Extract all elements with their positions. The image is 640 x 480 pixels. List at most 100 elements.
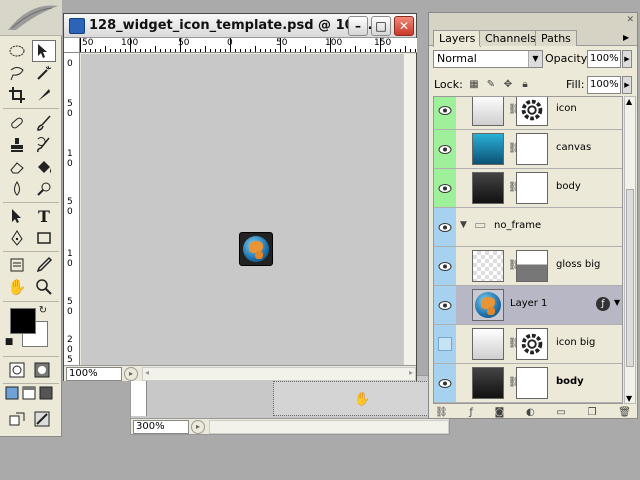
visibility-eye-icon[interactable] — [434, 364, 456, 402]
layer-effects-arrow-icon[interactable]: ▼ — [614, 298, 620, 307]
opacity-field[interactable]: 100% — [587, 50, 621, 68]
default-colors-icon[interactable]: ■ — [3, 336, 15, 348]
close-button[interactable]: ✕ — [394, 16, 414, 36]
status-menu-icon[interactable]: ▸ — [191, 419, 205, 434]
vertical-scrollbar[interactable] — [403, 54, 416, 365]
scroll-down-icon[interactable]: ▼ — [626, 394, 632, 403]
new-group-icon[interactable]: ▭ — [556, 407, 565, 418]
slice-tool-icon[interactable] — [32, 84, 56, 106]
layer-name[interactable]: body — [556, 181, 581, 192]
adjustment-layer-icon[interactable]: ◐ — [526, 407, 535, 418]
document-canvas[interactable] — [81, 54, 403, 365]
add-mask-icon[interactable]: ◙ — [495, 407, 505, 418]
path-selection-tool-icon[interactable] — [5, 205, 29, 227]
layer-name[interactable]: Layer 1 — [510, 298, 547, 309]
scrollbar-thumb[interactable] — [626, 189, 634, 367]
layer-name[interactable]: icon — [556, 103, 577, 114]
standard-screen-mode-icon[interactable] — [5, 386, 19, 400]
eyedropper-tool-icon[interactable] — [32, 254, 56, 276]
full-screen-menu-mode-icon[interactable] — [22, 386, 36, 400]
lasso-tool-icon[interactable] — [5, 62, 29, 84]
layers-scrollbar[interactable]: ▲ ▼ — [624, 96, 636, 404]
dodge-tool-icon[interactable] — [32, 178, 56, 200]
widget-globe-icon[interactable] — [239, 232, 273, 266]
hand-tool-icon[interactable]: ✋ — [5, 276, 29, 298]
visibility-eye-icon[interactable] — [434, 97, 456, 129]
magic-wand-tool-icon[interactable] — [32, 62, 56, 84]
palette-close-icon[interactable]: ✕ — [626, 15, 634, 25]
tab-layers[interactable]: Layers — [433, 30, 482, 47]
imageready-icon[interactable] — [32, 410, 52, 428]
zoom-tool-icon[interactable] — [32, 276, 56, 298]
marquee-tool-icon[interactable] — [5, 40, 29, 62]
document-window[interactable]: 128_widget_icon_template.psd @ 100... – … — [63, 13, 417, 381]
edit-in-imageready-icon[interactable] — [7, 410, 27, 428]
zoom-level-field[interactable]: 100% — [66, 366, 122, 381]
visibility-eye-icon[interactable] — [434, 286, 456, 324]
quick-mask-mode-icon[interactable] — [32, 361, 52, 379]
paint-bucket-tool-icon[interactable] — [32, 156, 56, 178]
eraser-tool-icon[interactable] — [5, 156, 29, 178]
fill-field[interactable]: 100% — [587, 76, 621, 94]
fill-slider-arrow-icon[interactable]: ▶ — [622, 76, 632, 94]
healing-brush-tool-icon[interactable] — [5, 112, 29, 134]
horizontal-scrollbar[interactable] — [209, 419, 449, 434]
layer-row-body[interactable]: ⛓ body — [434, 169, 622, 208]
scroll-left-icon[interactable]: ◂ — [145, 368, 149, 377]
layer-group-no-frame[interactable]: ▼ ▭ no_frame — [434, 208, 622, 247]
brush-tool-icon[interactable] — [32, 112, 56, 134]
layer-row-canvas[interactable]: ⛓ canvas — [434, 130, 622, 169]
opacity-slider-arrow-icon[interactable]: ▶ — [622, 50, 632, 68]
foreground-color-swatch[interactable] — [10, 308, 36, 334]
expand-triangle-icon[interactable]: ▼ — [460, 220, 467, 230]
vertical-ruler[interactable]: 0 5 0 1 0 5 0 1 0 5 0 2 0 5 — [64, 53, 80, 365]
rectangle-tool-icon[interactable] — [32, 227, 56, 249]
layer-name[interactable]: no_frame — [494, 220, 541, 231]
type-tool-icon[interactable]: T — [32, 205, 56, 227]
blend-mode-select[interactable]: Normal ▼ — [433, 50, 543, 68]
layer-style-icon[interactable]: ƒ — [596, 297, 610, 311]
palette-menu-icon[interactable]: ▶ — [623, 33, 634, 44]
minimize-button[interactable]: – — [348, 16, 368, 36]
document-titlebar[interactable]: 128_widget_icon_template.psd @ 100... – … — [64, 14, 416, 38]
lock-transparency-icon[interactable]: ▦ — [468, 79, 480, 91]
blur-tool-icon[interactable] — [5, 178, 29, 200]
new-layer-icon[interactable]: ❐ — [588, 407, 597, 418]
scroll-right-icon[interactable]: ▸ — [409, 368, 413, 377]
clone-stamp-tool-icon[interactable] — [5, 134, 29, 156]
history-brush-tool-icon[interactable] — [32, 134, 56, 156]
layer-name[interactable]: canvas — [556, 142, 591, 153]
standard-mode-icon[interactable] — [7, 361, 27, 379]
ruler-origin[interactable] — [64, 38, 80, 53]
crop-tool-icon[interactable] — [5, 84, 29, 106]
full-screen-mode-icon[interactable] — [39, 386, 53, 400]
tab-channels[interactable]: Channels — [479, 30, 542, 46]
layer-name[interactable]: icon big — [556, 337, 595, 348]
layer-name[interactable]: body — [556, 376, 584, 387]
link-layers-icon[interactable]: ⛓ — [435, 407, 448, 418]
zoom-level-field[interactable]: 300% — [133, 419, 189, 434]
document-window-background[interactable]: 300% ▸ — [130, 375, 451, 435]
lock-position-icon[interactable]: ✥ — [502, 79, 514, 91]
visibility-eye-icon[interactable] — [434, 169, 456, 207]
layers-palette[interactable]: ✕ Layers Channels Paths ▶ Normal ▼ Opaci… — [428, 12, 638, 419]
visibility-toggle-empty[interactable] — [434, 325, 456, 363]
visibility-eye-icon[interactable] — [434, 130, 456, 168]
layer-row-icon-big[interactable]: ⛓ icon big — [434, 325, 622, 364]
horizontal-scrollbar[interactable]: ◂ ▸ — [142, 366, 416, 381]
lock-all-icon[interactable]: 🔒︎ — [519, 79, 531, 91]
layer-style-button-icon[interactable]: ƒ — [469, 407, 473, 418]
layer-row-body-2[interactable]: ⛓ body — [434, 364, 622, 403]
layer-row-layer-1[interactable]: Layer 1 ƒ ▼ — [434, 286, 622, 325]
visibility-eye-icon[interactable] — [434, 247, 456, 285]
status-menu-icon[interactable]: ▸ — [124, 366, 138, 381]
pen-tool-icon[interactable] — [5, 227, 29, 249]
swap-colors-icon[interactable]: ↻ — [36, 304, 50, 316]
scroll-up-icon[interactable]: ▲ — [626, 97, 632, 106]
layer-row-gloss-big[interactable]: ⛓ gloss big — [434, 247, 622, 286]
notes-tool-icon[interactable] — [5, 254, 29, 276]
visibility-eye-icon[interactable] — [434, 208, 456, 246]
layer-row-icon[interactable]: ⛓ icon — [434, 97, 622, 130]
layer-name[interactable]: gloss big — [556, 259, 600, 270]
tab-paths[interactable]: Paths — [535, 30, 577, 46]
